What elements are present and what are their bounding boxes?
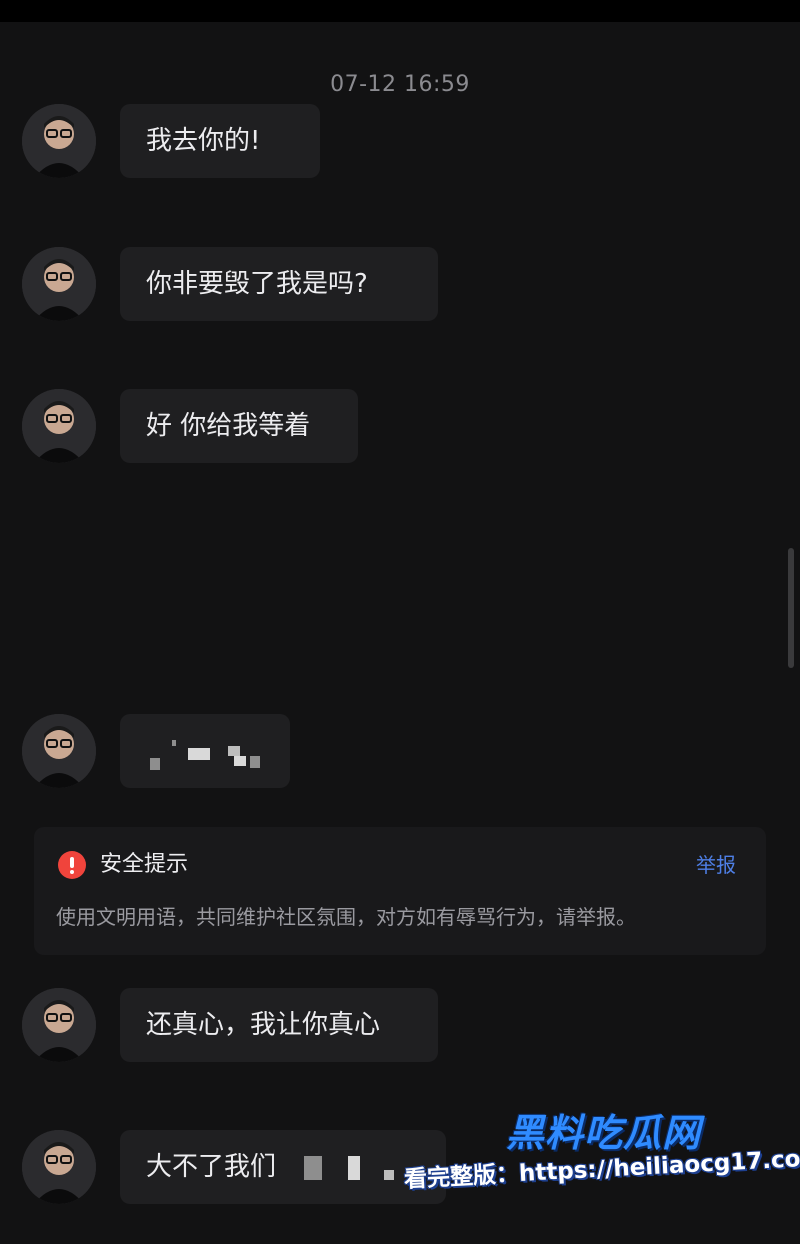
chat-message-list[interactable]: 07-12 16:59 我去你的! 你非要毁了我是吗? 好 你给我等着 安全提示…	[0, 22, 800, 1244]
pixelated-censor-block	[304, 1156, 322, 1180]
pixelated-censor-block	[384, 1170, 394, 1180]
pixelated-censor-block	[228, 746, 240, 756]
contact-avatar[interactable]	[22, 104, 96, 178]
scrollbar-thumb[interactable]	[788, 548, 794, 668]
pixelated-censor-block	[188, 748, 210, 760]
pixelated-censor-block	[348, 1156, 360, 1180]
message-row: 我去你的!	[22, 104, 322, 180]
contact-avatar[interactable]	[22, 247, 96, 321]
message-row	[22, 714, 292, 790]
pixelated-censor-block	[250, 756, 260, 768]
message-bubble[interactable]: 你非要毁了我是吗?	[120, 247, 438, 321]
censored-message-bubble[interactable]	[120, 714, 290, 788]
message-bubble[interactable]: 大不了我们	[120, 1130, 446, 1204]
safety-notice-card: 安全提示 举报 使用文明用语，共同维护社区氛围，对方如有辱骂行为，请举报。	[34, 827, 766, 955]
report-link[interactable]: 举报	[696, 849, 736, 881]
safety-notice-title: 安全提示	[100, 852, 189, 877]
message-row: 你非要毁了我是吗?	[22, 247, 442, 323]
pixelated-censor-block	[150, 758, 160, 770]
message-text: 大不了我们	[146, 1152, 277, 1182]
contact-avatar[interactable]	[22, 714, 96, 788]
status-bar	[0, 0, 800, 22]
message-bubble[interactable]: 我去你的!	[120, 104, 320, 178]
warning-icon	[58, 851, 86, 879]
pixelated-censor-block	[172, 740, 176, 746]
contact-avatar[interactable]	[22, 988, 96, 1062]
message-row: 还真心，我让你真心	[22, 988, 442, 1064]
safety-notice-text: 使用文明用语，共同维护社区氛围，对方如有辱骂行为，请举报。	[56, 905, 636, 929]
pixelated-censor-block	[234, 756, 246, 766]
message-bubble[interactable]: 好 你给我等着	[120, 389, 358, 463]
contact-avatar[interactable]	[22, 1130, 96, 1204]
message-row: 好 你给我等着	[22, 389, 362, 465]
message-timestamp: 07-12 16:59	[330, 72, 470, 97]
contact-avatar[interactable]	[22, 389, 96, 463]
message-row: 大不了我们	[22, 1130, 452, 1206]
message-bubble[interactable]: 还真心，我让你真心	[120, 988, 438, 1062]
